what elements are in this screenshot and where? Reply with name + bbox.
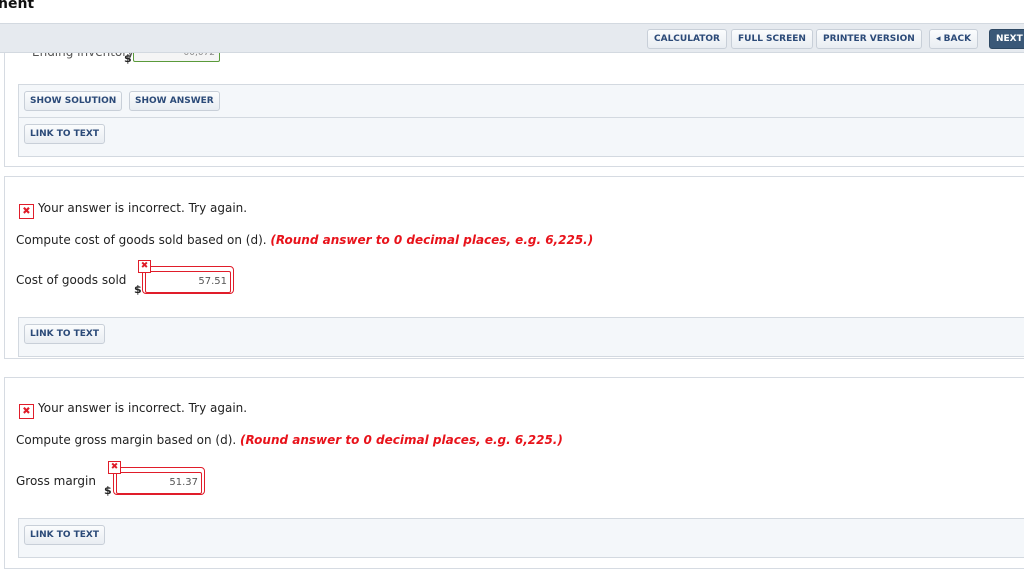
link-to-text-button[interactable]: LINK TO TEXT [24,324,106,344]
field-label: Gross margin [16,474,96,488]
solution-button-bar: SHOW SOLUTION SHOW ANSWER [18,84,1024,118]
question-panel: ✖ Your answer is incorrect. Try again. Co… [4,377,1024,569]
link-bar: LINK TO TEXT [18,518,1024,558]
status-message: ✖ Your answer is incorrect. Try again. [19,201,247,219]
status-message: ✖ Your answer is incorrect. Try again. [19,401,247,419]
field-label: Cost of goods sold [16,273,127,287]
rounding-hint: (Round answer to 0 decimal places, e.g. … [240,433,563,447]
show-solution-button[interactable]: SHOW SOLUTION [24,91,123,111]
field-error-icon: ✖ [108,461,121,474]
back-button[interactable]: ◂ BACK [929,29,979,49]
back-arrow-icon: ◂ [936,34,941,44]
status-text: Your answer is incorrect. Try again. [38,401,248,415]
prompt-text: Compute cost of goods sold based on (d). [16,233,271,247]
show-answer-button[interactable]: SHOW ANSWER [129,91,220,111]
gross-margin-input[interactable] [116,471,202,494]
currency-symbol: $ [104,484,112,497]
page-title: nent [0,0,35,12]
full-screen-button[interactable]: FULL SCREEN [731,29,813,49]
printer-version-button[interactable]: PRINTER VERSION [816,29,922,49]
prompt-text: Compute gross margin based on (d). [16,433,241,447]
question-prompt: Compute gross margin based on (d). (Roun… [16,433,563,447]
question-panel: ✖ Your answer is incorrect. Try again. Co… [4,176,1024,359]
calculator-button[interactable]: CALCULATOR [647,29,727,49]
back-label: BACK [943,34,972,44]
rounding-hint: (Round answer to 0 decimal places, e.g. … [270,233,594,247]
link-to-text-button[interactable]: LINK TO TEXT [24,124,106,144]
link-bar: LINK TO TEXT [18,117,1024,157]
incorrect-icon: ✖ [19,404,34,419]
currency-symbol: $ [134,283,142,296]
status-text: Your answer is incorrect. Try again. [38,201,248,215]
cost-of-goods-sold-input[interactable] [145,270,231,293]
answer-field-wrapper [142,266,234,294]
link-bar: LINK TO TEXT [18,317,1024,357]
field-error-icon: ✖ [138,260,151,273]
question-prompt: Compute cost of goods sold based on (d).… [16,233,593,247]
currency-symbol: $ [124,52,132,65]
toolbar: CALCULATOR FULL SCREEN PRINTER VERSION ◂… [0,23,1024,53]
answer-field-wrapper [113,467,205,495]
incorrect-icon: ✖ [19,204,34,219]
link-to-text-button[interactable]: LINK TO TEXT [24,525,106,545]
next-button[interactable]: NEXT [989,29,1024,49]
